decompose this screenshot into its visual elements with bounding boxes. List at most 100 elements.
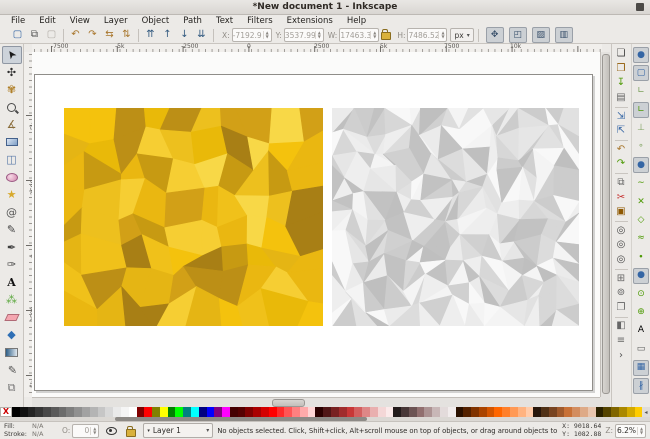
palette-swatch[interactable] <box>564 407 572 417</box>
palette-swatch[interactable] <box>619 407 627 417</box>
palette-swatch[interactable] <box>105 407 113 417</box>
menu-view[interactable]: View <box>63 15 97 27</box>
palette-swatch[interactable] <box>51 407 59 417</box>
cut-button[interactable]: ✂ <box>614 190 629 205</box>
select-all-button[interactable]: ▢ <box>10 28 25 43</box>
pencil-tool[interactable]: ✎ <box>2 221 22 239</box>
palette-swatch[interactable] <box>20 407 28 417</box>
palette-swatch[interactable] <box>596 407 604 417</box>
star-tool[interactable]: ★ <box>2 186 22 204</box>
palette-swatch[interactable] <box>199 407 207 417</box>
scale-corners-toggle[interactable]: ◰ <box>509 27 527 43</box>
box3d-tool[interactable]: ◫ <box>2 151 22 169</box>
paint-bucket-tool[interactable]: ◆ <box>2 326 22 344</box>
flip-vertical-button[interactable]: ⇅ <box>119 28 134 43</box>
text-tool[interactable]: A <box>2 274 22 292</box>
tweak-tool[interactable]: ✾ <box>2 81 22 99</box>
lower-to-bottom-button[interactable]: ⇊ <box>194 28 209 43</box>
palette-swatch[interactable] <box>129 407 137 417</box>
width-input[interactable]: 17463.3▲▼ <box>339 28 379 42</box>
palette-swatch[interactable] <box>494 407 502 417</box>
connector-tool[interactable]: ⧉ <box>2 379 22 397</box>
palette-swatch[interactable] <box>533 407 541 417</box>
rotate-90-ccw-button[interactable]: ↶ <box>68 28 83 43</box>
print-document-button[interactable]: ▤ <box>614 91 629 106</box>
palette-swatch[interactable] <box>611 407 619 417</box>
lower-button[interactable]: ↓ <box>177 28 192 43</box>
palette-swatch[interactable] <box>12 407 20 417</box>
palette-swatch[interactable] <box>510 407 518 417</box>
spiral-tool[interactable]: @ <box>2 204 22 222</box>
canvas-viewport[interactable] <box>32 52 600 397</box>
palette-swatch[interactable] <box>74 407 82 417</box>
menu-help[interactable]: Help <box>340 15 373 27</box>
snap-nodes-toggle[interactable]: ● <box>633 157 649 173</box>
calligraphy-tool[interactable]: ✑ <box>2 256 22 274</box>
palette-swatch[interactable] <box>463 407 471 417</box>
palette-swatch[interactable] <box>386 407 394 417</box>
palette-swatch[interactable] <box>222 407 230 417</box>
snap-page-border-toggle[interactable]: ▭ <box>633 341 649 357</box>
palette-swatch[interactable] <box>137 407 145 417</box>
snap-rotation-centers-toggle[interactable]: ⊕ <box>633 304 649 320</box>
snap-grids-toggle[interactable]: ▦ <box>633 360 649 376</box>
w-spinner-arrows[interactable]: ▲▼ <box>370 31 378 39</box>
menu-filters[interactable]: Filters <box>240 15 279 27</box>
palette-swatch[interactable] <box>401 407 409 417</box>
palette-swatch[interactable] <box>339 407 347 417</box>
palette-swatch[interactable] <box>409 407 417 417</box>
palette-swatch[interactable] <box>479 407 487 417</box>
palette-swatch[interactable] <box>424 407 432 417</box>
palette-swatch[interactable] <box>277 407 285 417</box>
palette-swatch[interactable] <box>121 407 129 417</box>
snap-bbox-edge-midpoints-toggle[interactable]: ⊥ <box>633 121 649 137</box>
menu-file[interactable]: File <box>4 15 32 27</box>
fill-stroke-dialog-button[interactable]: ◧ <box>614 319 629 334</box>
palette-swatch[interactable] <box>393 407 401 417</box>
duplicate-button[interactable]: ⊞ <box>614 271 629 286</box>
palette-swatch[interactable] <box>269 407 277 417</box>
layer-visibility-button[interactable] <box>103 423 119 438</box>
palette-swatch[interactable] <box>28 407 36 417</box>
snap-others-toggle[interactable]: ● <box>633 268 649 284</box>
ellipse-tool[interactable] <box>2 169 22 187</box>
palette-swatch[interactable] <box>245 407 253 417</box>
palette-swatch[interactable] <box>331 407 339 417</box>
palette-swatch[interactable] <box>502 407 510 417</box>
palette-swatch[interactable] <box>284 407 292 417</box>
palette-swatch[interactable] <box>588 407 596 417</box>
gray-lowpoly-image[interactable] <box>332 108 579 326</box>
palette-swatch[interactable] <box>214 407 222 417</box>
snap-enable-toggle[interactable]: ● <box>633 47 649 63</box>
raise-button[interactable]: ↑ <box>160 28 175 43</box>
palette-swatch[interactable] <box>432 407 440 417</box>
palette-swatch[interactable] <box>183 407 191 417</box>
palette-swatch[interactable] <box>487 407 495 417</box>
palette-swatch[interactable] <box>191 407 199 417</box>
palette-swatch[interactable] <box>300 407 308 417</box>
snap-text-baselines-toggle[interactable]: A <box>633 323 649 339</box>
palette-swatch[interactable] <box>113 407 121 417</box>
palette-swatch[interactable] <box>549 407 557 417</box>
palette-swatch[interactable] <box>448 407 456 417</box>
palette-swatch[interactable] <box>292 407 300 417</box>
menu-extensions[interactable]: Extensions <box>280 15 340 27</box>
paste-button[interactable]: ▣ <box>614 205 629 220</box>
palette-swatch[interactable] <box>315 407 323 417</box>
palette-swatch[interactable] <box>168 407 176 417</box>
palette-swatch[interactable] <box>43 407 51 417</box>
units-dropdown[interactable]: px▾ <box>450 28 473 42</box>
horizontal-scrollbar-thumb[interactable] <box>272 399 305 407</box>
no-color-swatch[interactable]: X <box>0 407 12 417</box>
palette-swatch[interactable] <box>207 407 215 417</box>
palette-swatch[interactable] <box>66 407 74 417</box>
node-tool[interactable]: ✣ <box>2 64 22 82</box>
snap-bbox-toggle[interactable]: ▢ <box>633 65 649 81</box>
palette-swatch[interactable] <box>362 407 370 417</box>
menu-object[interactable]: Object <box>135 15 177 27</box>
zoom-tool[interactable] <box>2 99 22 117</box>
palette-swatch[interactable] <box>580 407 588 417</box>
menu-edit[interactable]: Edit <box>32 15 62 27</box>
palette-swatch[interactable] <box>98 407 106 417</box>
palette-swatch[interactable] <box>603 407 611 417</box>
